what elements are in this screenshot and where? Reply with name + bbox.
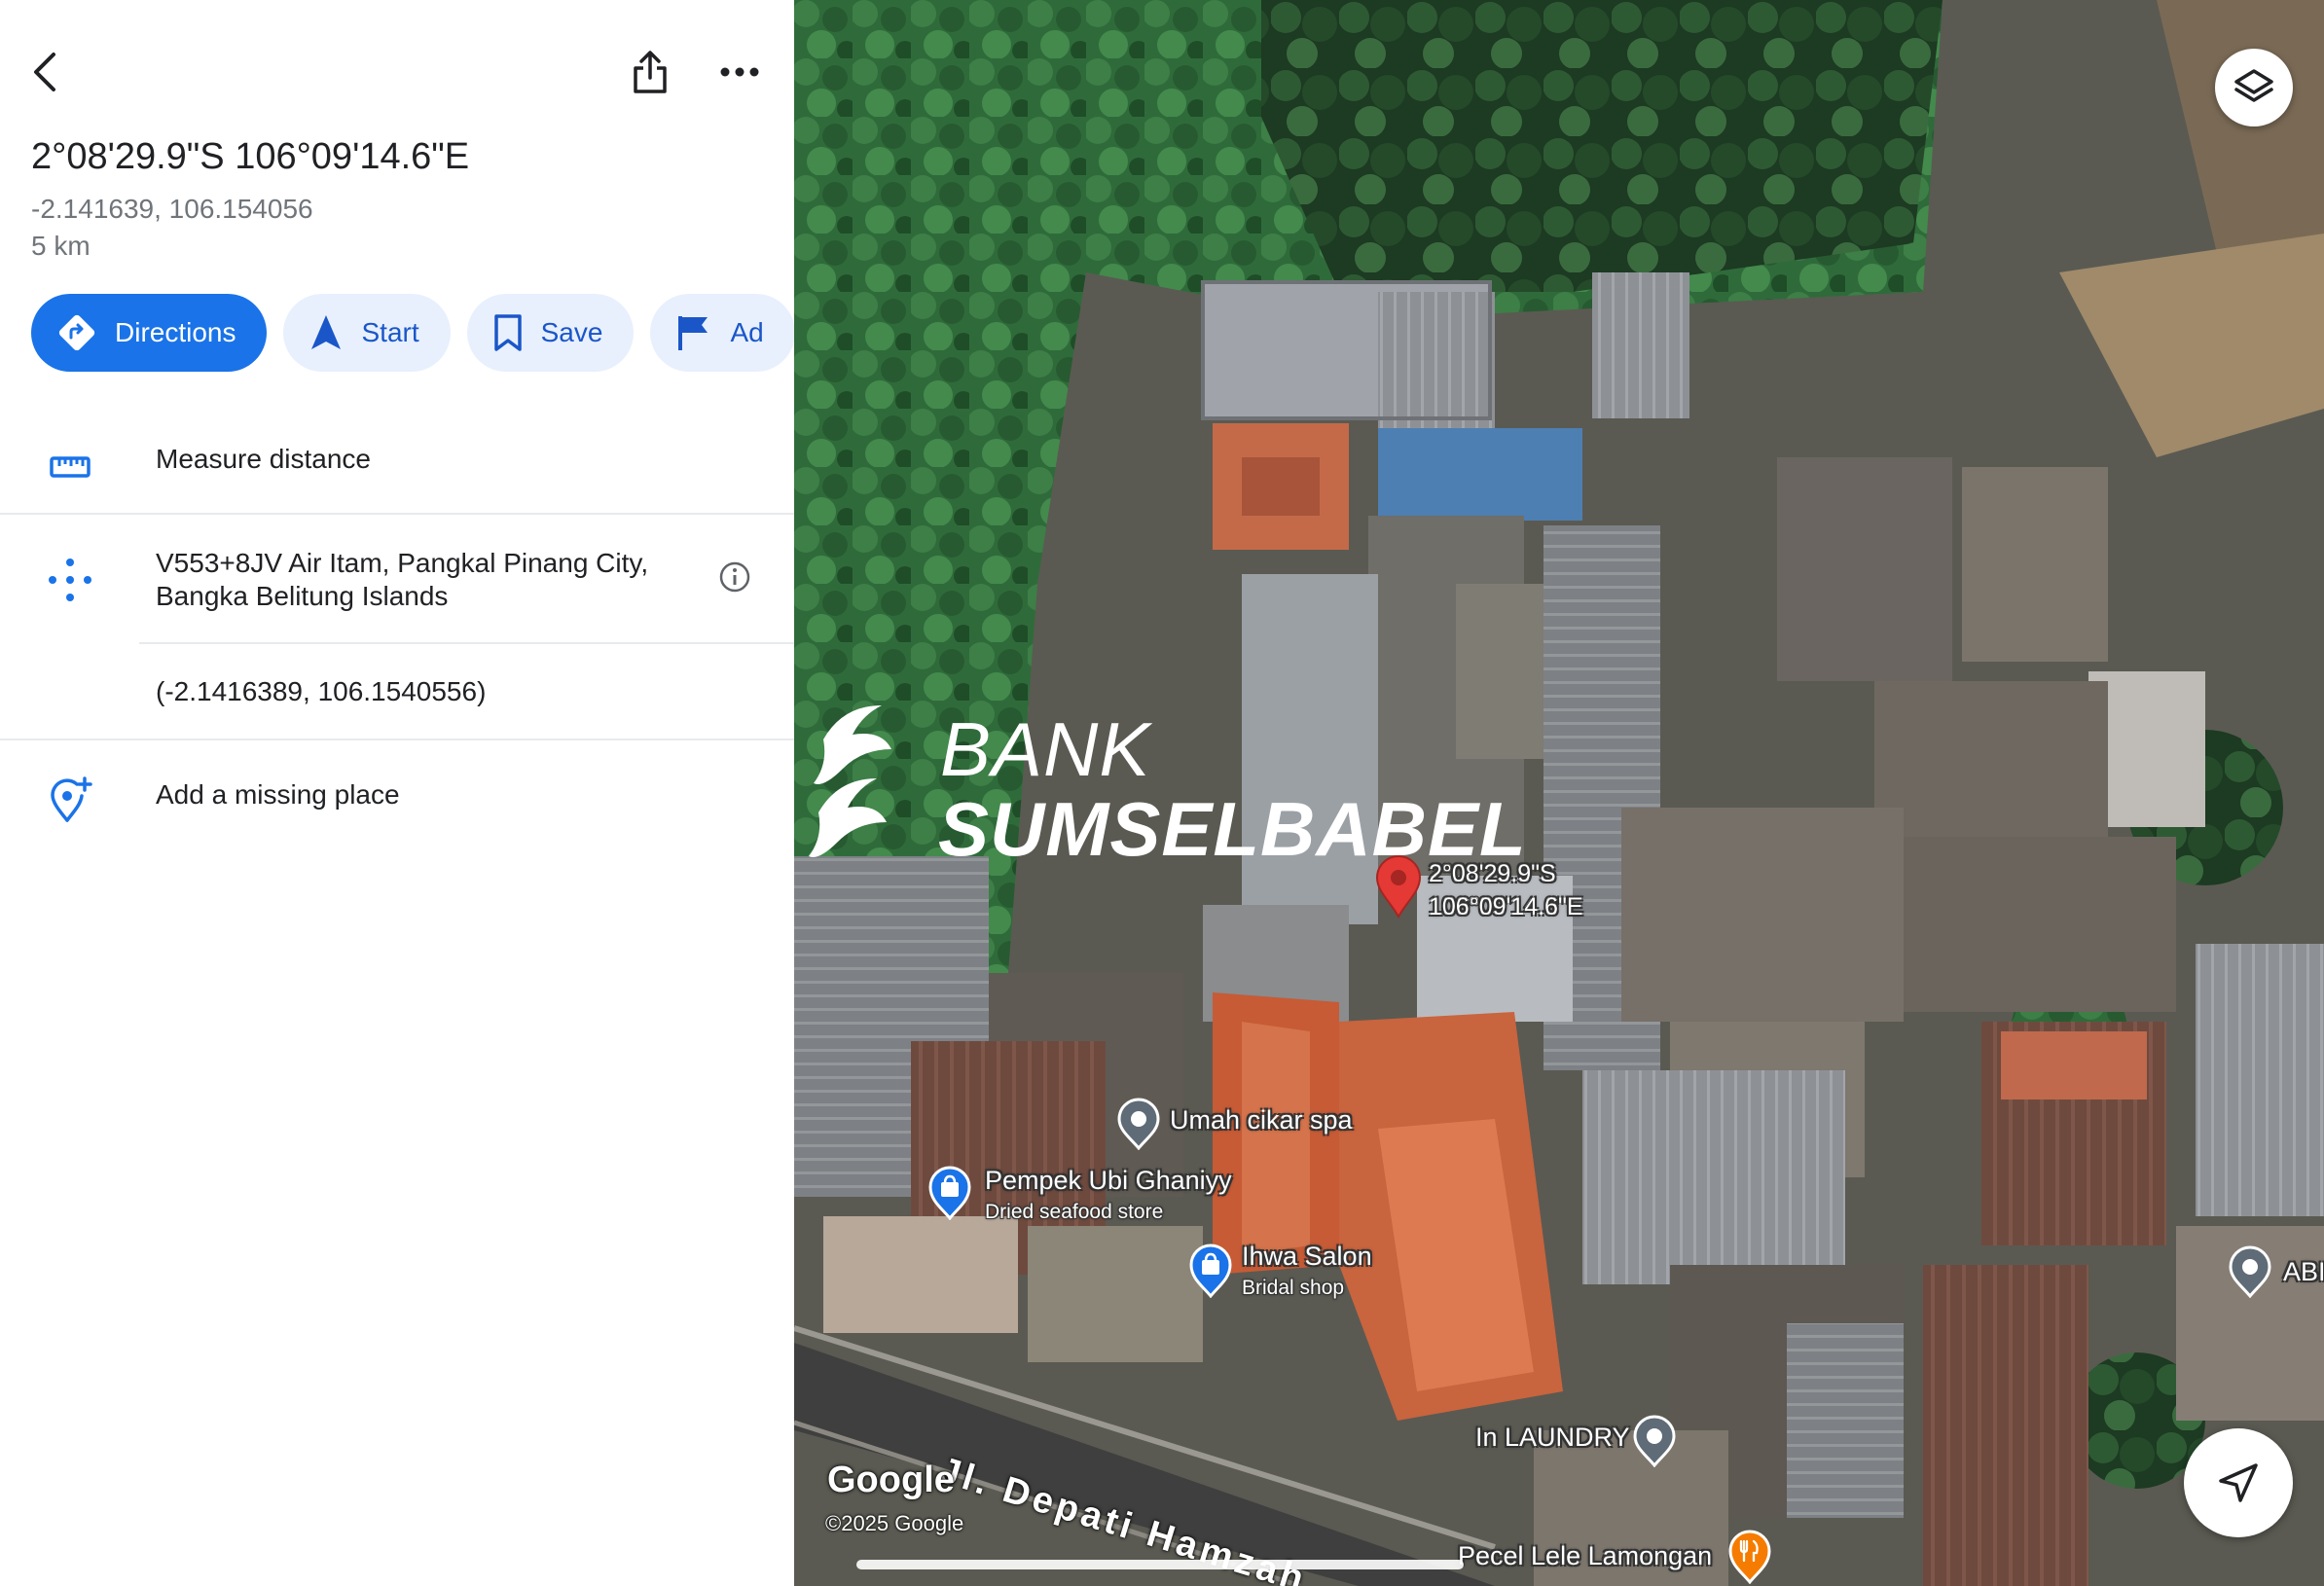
place-name[interactable]: Ihwa Salon bbox=[1242, 1242, 1372, 1272]
directions-icon bbox=[58, 314, 95, 351]
place-pin-icon[interactable] bbox=[1115, 1096, 1162, 1150]
home-indicator[interactable] bbox=[856, 1560, 1464, 1569]
back-button[interactable] bbox=[18, 41, 72, 103]
action-chips: Directions Start Save Ad bbox=[31, 294, 794, 372]
place-title: 2°08'29.9"S 106°09'14.6"E bbox=[31, 136, 470, 177]
watermark-line1: BANK bbox=[940, 706, 1151, 792]
pin-label-lat: 2°08'29.9"S bbox=[1429, 860, 1556, 887]
divider bbox=[0, 513, 794, 515]
start-button[interactable]: Start bbox=[283, 294, 451, 372]
shopping-bag-pin-icon[interactable] bbox=[1187, 1242, 1234, 1298]
measure-distance-row[interactable]: Measure distance bbox=[0, 418, 794, 516]
shopping-bag-pin-icon[interactable] bbox=[926, 1164, 973, 1220]
place-name[interactable]: ABI bbox=[2283, 1257, 2324, 1287]
place-name[interactable]: Pecel Lele Lamongan bbox=[1458, 1541, 1712, 1571]
decimal-coordinates: -2.141639, 106.154056 bbox=[31, 194, 313, 224]
more-horizontal-icon bbox=[720, 67, 759, 77]
place-category: Bridal shop bbox=[1242, 1277, 1345, 1299]
dropped-pin-icon[interactable] bbox=[1374, 854, 1423, 919]
google-logo: Google bbox=[827, 1460, 955, 1500]
save-label: Save bbox=[540, 317, 603, 347]
place-panel: 2°08'29.9"S 106°09'14.6"E -2.141639, 106… bbox=[0, 0, 794, 1586]
add-label-button[interactable]: Ad bbox=[650, 294, 794, 372]
place-pin-icon[interactable] bbox=[2227, 1244, 2273, 1298]
share-button[interactable] bbox=[619, 41, 681, 103]
plus-code-row[interactable]: V553+8JV Air Itam, Pangkal Pinang City, … bbox=[0, 525, 794, 642]
location-arrow-icon bbox=[2219, 1463, 2258, 1502]
place-name[interactable]: Umah cikar spa bbox=[1170, 1105, 1353, 1135]
divider bbox=[0, 739, 794, 740]
share-icon bbox=[634, 51, 667, 93]
bank-logo-icon bbox=[809, 705, 891, 857]
flag-icon bbox=[678, 316, 708, 350]
save-button[interactable]: Save bbox=[466, 294, 635, 372]
more-options-button[interactable] bbox=[708, 41, 771, 103]
start-label: Start bbox=[361, 317, 419, 347]
distance-label: 5 km bbox=[31, 231, 91, 261]
layers-button[interactable] bbox=[2215, 49, 2293, 126]
directions-button[interactable]: Directions bbox=[31, 294, 268, 372]
plus-code-icon bbox=[39, 549, 101, 611]
add-label-label: Ad bbox=[730, 317, 764, 347]
layers-icon bbox=[2234, 69, 2273, 102]
pin-label-lng: 106°09'14.6"E bbox=[1429, 893, 1583, 920]
ruler-icon bbox=[39, 436, 101, 498]
navigation-arrow-icon bbox=[311, 315, 342, 349]
place-name[interactable]: In LAUNDRY bbox=[1475, 1423, 1630, 1453]
plus-code-address: V553+8JV Air Itam, Pangkal Pinang City, … bbox=[156, 548, 649, 611]
place-pin-icon[interactable] bbox=[1631, 1413, 1678, 1467]
precise-coordinates-row[interactable]: (-2.1416389, 106.1540556) bbox=[0, 644, 794, 738]
place-category: Dried seafood store bbox=[985, 1201, 1164, 1223]
add-location-icon bbox=[39, 769, 101, 831]
bookmark-icon bbox=[493, 314, 522, 351]
add-missing-place-row[interactable]: Add a missing place bbox=[0, 749, 794, 847]
add-missing-place-label: Add a missing place bbox=[156, 779, 400, 810]
satellite-map[interactable]: BANK SUMSELBABEL 2°08'29.9"S 106°09'14.6… bbox=[794, 0, 2324, 1586]
back-arrow-icon bbox=[34, 53, 55, 91]
map-copyright: ©2025 Google bbox=[825, 1511, 964, 1535]
restaurant-pin-icon[interactable] bbox=[1726, 1528, 1773, 1584]
place-name[interactable]: Pempek Ubi Ghaniyy bbox=[985, 1166, 1232, 1196]
directions-label: Directions bbox=[115, 317, 236, 347]
my-location-button[interactable] bbox=[2184, 1428, 2293, 1537]
info-icon[interactable] bbox=[718, 560, 753, 595]
precise-coordinates: (-2.1416389, 106.1540556) bbox=[156, 676, 487, 706]
measure-distance-label: Measure distance bbox=[156, 444, 372, 474]
